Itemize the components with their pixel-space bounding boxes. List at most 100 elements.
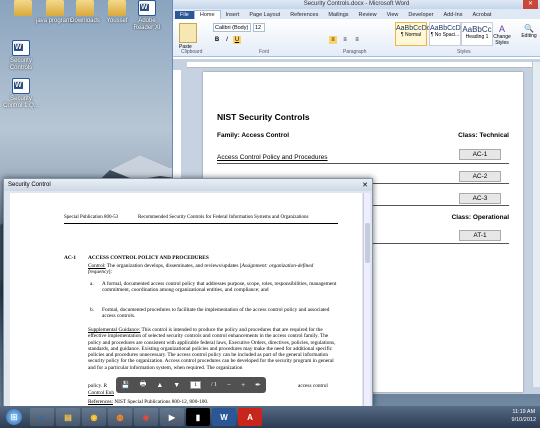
supp-policy: policy. R: [88, 383, 108, 389]
desktop-icon[interactable]: Security Controls: [2, 40, 40, 72]
style-no-spacing-label: ¶ No Spaci...: [430, 32, 460, 38]
tab-home[interactable]: Home: [193, 10, 221, 19]
tab-review[interactable]: Review: [354, 11, 382, 19]
tab-page-layout[interactable]: Page Layout: [244, 11, 285, 19]
print-icon[interactable]: 🖶: [140, 380, 147, 391]
pdf-header-left: Special Publication 800-53: [64, 215, 119, 220]
clock-time: 11:19 AM: [512, 409, 536, 415]
pdf-title-bar: Security Control: [4, 179, 372, 191]
supplemental-guidance: Supplemental Guidance: This control is i…: [88, 327, 340, 383]
system-clock[interactable]: 11:19 AM 9/10/2012: [512, 408, 536, 424]
desktop-icon[interactable]: Adobe Reader XI: [128, 0, 166, 32]
explorer-icon[interactable]: ▤: [56, 408, 80, 426]
control-title: ACCESS CONTROL POLICY AND PROCEDURES: [88, 255, 209, 261]
group-styles: Styles: [457, 49, 471, 55]
group-clipboard: Clipboard: [181, 49, 203, 55]
tab-file[interactable]: File: [175, 11, 194, 19]
refs-text: NIST Special Publications 800-12, 800-10…: [114, 399, 209, 405]
italic-button[interactable]: I: [223, 36, 231, 44]
tab-add-ins[interactable]: Add-Ins: [438, 11, 467, 19]
change-styles-button[interactable]: A Change Styles: [489, 24, 515, 46]
ie-icon[interactable]: e: [30, 408, 54, 426]
word-taskbar-icon[interactable]: W: [212, 408, 236, 426]
class-technical: Class: Technical: [458, 132, 509, 139]
change-styles-label: Change Styles: [493, 34, 511, 46]
item-b: Formal, documented procedures to facilit…: [102, 307, 330, 320]
doc-heading: NIST Security Controls: [217, 112, 310, 122]
close-icon[interactable]: ✕: [362, 181, 368, 189]
tab-acrobat[interactable]: Acrobat: [467, 11, 496, 19]
tab-developer[interactable]: Developer: [403, 11, 438, 19]
paste-icon[interactable]: [179, 23, 197, 43]
item-a: A formal, documented access control poli…: [102, 281, 337, 294]
tab-mailings[interactable]: Mailings: [323, 11, 353, 19]
zoom-in-icon[interactable]: +: [241, 381, 245, 389]
document-icon: [12, 40, 30, 56]
folder-icon: [14, 0, 32, 16]
folder-icon: [108, 0, 126, 16]
desktop-icon-label: Security Control 1 Q...: [3, 96, 39, 109]
page-count: / 1: [210, 382, 218, 388]
control-id: AC-1: [64, 255, 77, 261]
item-a-marker: a.: [90, 281, 94, 287]
prev-page-icon[interactable]: ▲: [156, 381, 163, 389]
pdf-header-right: Recommended Security Controls for Federa…: [138, 215, 309, 220]
group-font: Font: [259, 49, 270, 55]
next-page-icon[interactable]: ▼: [173, 381, 180, 389]
word-title: Security Controls.docx - Microsoft Word: [303, 1, 410, 7]
start-button[interactable]: ⊞: [6, 409, 22, 425]
font-size-box[interactable]: 12: [253, 23, 265, 32]
clock-date: 9/10/2012: [511, 417, 536, 423]
page-number-field[interactable]: 1: [190, 381, 201, 389]
style-no-spacing-preview: AaBbCcDc: [430, 25, 465, 32]
document-icon: [138, 0, 156, 16]
desktop-icon[interactable]: Security Control 1 Q...: [2, 78, 40, 110]
style-no-spacing[interactable]: AaBbCcDc ¶ No Spaci...: [429, 22, 465, 46]
center-button[interactable]: ≡: [341, 36, 349, 44]
underline-button[interactable]: U: [233, 36, 241, 44]
folder-icon: [46, 0, 64, 16]
style-heading1-preview: AaBbCc: [462, 25, 492, 34]
family-label: Family: Access Control: [217, 132, 290, 139]
adobe-taskbar-icon[interactable]: A: [238, 408, 262, 426]
chrome-icon[interactable]: ◉: [82, 408, 106, 426]
vertical-scrollbar[interactable]: [532, 62, 540, 387]
align-left-button[interactable]: ≡: [329, 36, 337, 44]
word-title-bar: Security Controls.docx - Microsoft Word …: [173, 0, 540, 9]
supp-text: This control is intended to produce the …: [88, 327, 336, 371]
pdf-floating-toolbar: 💾 🖶 ▲ ▼ 1 / 1 − + ✒: [116, 377, 266, 393]
tab-references[interactable]: References: [285, 11, 323, 19]
style-normal[interactable]: AaBbCcDc ¶ Normal: [395, 22, 430, 46]
align-right-button[interactable]: ≡: [353, 36, 361, 44]
zoom-out-icon[interactable]: −: [227, 381, 231, 389]
scroll-thumb[interactable]: [365, 223, 370, 263]
policy-title: Access Control Policy and Procedures: [217, 154, 328, 161]
desktop-icon-label: Adobe Reader XI: [133, 18, 161, 31]
firefox-icon[interactable]: ◍: [108, 408, 132, 426]
header-rule: [64, 223, 338, 224]
tab-view[interactable]: View: [382, 11, 404, 19]
close-icon[interactable]: ✕: [522, 0, 538, 9]
media-icon[interactable]: ▶: [160, 408, 184, 426]
editing-button[interactable]: 🔍 Editing: [519, 24, 539, 39]
supp-end: access control: [298, 383, 328, 389]
cmd-icon[interactable]: ▮: [186, 408, 210, 426]
control-paragraph: Control: The organization develops, diss…: [88, 263, 314, 276]
control-text: The organization develops, disseminates,…: [106, 263, 242, 269]
sign-icon[interactable]: ✒: [255, 381, 261, 389]
pdf-page[interactable]: Special Publication 800-53 Recommended S…: [10, 193, 362, 407]
save-icon[interactable]: 💾: [121, 381, 130, 389]
ribbon-tabs: File Home Insert Page Layout References Maili…: [173, 9, 540, 19]
refs-label: References:: [88, 399, 113, 405]
pdf-reader-window[interactable]: Security Control ✕ Special Publication 8…: [3, 178, 373, 410]
font-name-box[interactable]: Calibri (Body): [213, 23, 251, 32]
tab-insert[interactable]: Insert: [221, 11, 245, 19]
style-heading1-label: Heading 1: [465, 34, 489, 40]
bold-button[interactable]: B: [213, 36, 221, 44]
pdf-scrollbar[interactable]: [363, 193, 370, 407]
editing-label: Editing: [521, 33, 537, 39]
control-row: Access Control Policy and Procedures: [217, 154, 509, 164]
app-icon[interactable]: ◆: [134, 408, 158, 426]
folder-icon: [76, 0, 94, 16]
document-icon: [12, 78, 30, 94]
